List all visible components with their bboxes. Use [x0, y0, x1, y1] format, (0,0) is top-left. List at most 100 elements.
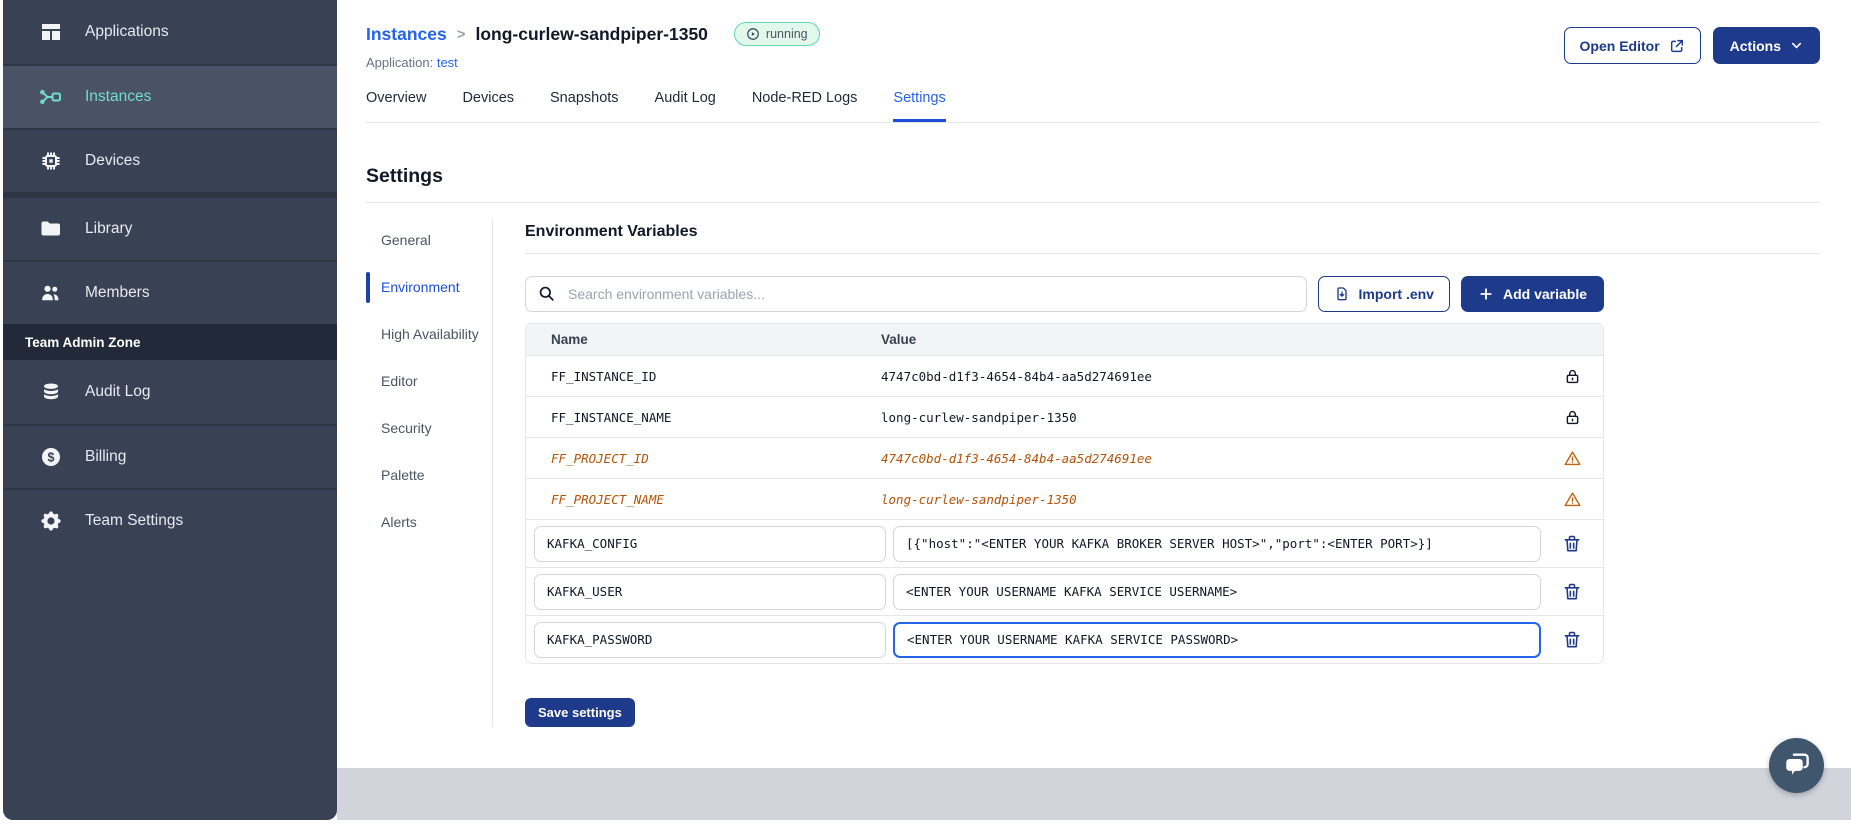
sidebar-item-members[interactable]: Members — [3, 260, 337, 324]
chevron-down-icon — [1790, 39, 1803, 52]
chat-widget-button[interactable] — [1769, 738, 1824, 793]
column-header-name: Name — [551, 332, 588, 347]
sidebar-item-label: Instances — [85, 88, 152, 105]
applications-icon — [39, 20, 63, 44]
env-var-name-input[interactable] — [534, 573, 886, 610]
tab-node-red-logs[interactable]: Node-RED Logs — [752, 90, 858, 122]
env-var-value-input[interactable] — [893, 525, 1541, 562]
env-var-row: FF_PROJECT_ID 4747c0bd-d1f3-4654-84b4-aa5… — [526, 437, 1603, 478]
env-var-row — [526, 519, 1603, 567]
instance-name: long-curlew-sandpiper-1350 — [475, 23, 708, 44]
delete-variable-button[interactable] — [1562, 534, 1582, 554]
sidebar-item-audit-log[interactable]: Audit Log — [3, 360, 337, 424]
sidebar-item-instances[interactable]: Instances — [3, 64, 337, 128]
column-header-value: Value — [881, 332, 917, 347]
sidebar-item-label: Members — [85, 284, 150, 301]
breadcrumb-instances-link[interactable]: Instances — [366, 24, 447, 45]
env-var-row: FF_INSTANCE_NAME long-curlew-sandpiper-13… — [526, 396, 1603, 437]
billing-icon: $ — [39, 445, 63, 469]
search-environment-input[interactable] — [525, 276, 1307, 312]
import-env-button[interactable]: Import .env — [1317, 276, 1450, 312]
sidebar-item-label: Devices — [85, 152, 141, 169]
settings-nav-high-availability[interactable]: High Availability — [366, 315, 492, 354]
delete-variable-button[interactable] — [1562, 630, 1582, 650]
env-var-value: long-curlew-sandpiper-1350 — [881, 409, 1077, 425]
external-link-icon — [1669, 38, 1685, 54]
team-settings-icon — [39, 509, 63, 533]
table-header: Name Value — [526, 324, 1603, 355]
row-status — [1541, 490, 1603, 509]
add-variable-button[interactable]: Add variable — [1460, 276, 1604, 312]
instances-icon — [39, 85, 63, 109]
settings-nav-security[interactable]: Security — [366, 409, 492, 448]
env-var-name: FF_PROJECT_ID — [551, 450, 649, 466]
sidebar-section-team-admin-zone: Team Admin Zone — [3, 324, 337, 360]
sidebar-item-label: Billing — [85, 448, 127, 465]
warning-icon — [1563, 449, 1582, 468]
sidebar-main-nav: Applications Instances Devices Library M… — [3, 0, 337, 324]
sidebar-item-label: Audit Log — [85, 383, 151, 400]
search-icon — [537, 284, 556, 303]
environment-variables-table: Name Value FF_INSTANCE_ID 4747c0bd-d1f3-4… — [525, 323, 1604, 664]
tab-audit-log[interactable]: Audit Log — [655, 90, 716, 122]
tab-settings[interactable]: Settings — [893, 90, 946, 122]
lock-icon — [1563, 367, 1582, 386]
sidebar: Applications Instances Devices Library M… — [3, 0, 337, 820]
env-var-value: 4747c0bd-d1f3-4654-84b4-aa5d274691ee — [881, 368, 1152, 384]
main-content: Instances > long-curlew-sandpiper-1350 r… — [337, 0, 1851, 768]
add-variable-label: Add variable — [1502, 286, 1587, 302]
library-icon — [39, 217, 63, 241]
environment-title-divider — [525, 253, 1820, 254]
env-var-row: FF_PROJECT_NAME long-curlew-sandpiper-135… — [526, 478, 1603, 519]
row-actions — [1541, 582, 1603, 602]
header-actions: Open Editor Actions — [1563, 22, 1820, 64]
settings-nav-alerts[interactable]: Alerts — [366, 503, 492, 542]
actions-button[interactable]: Actions — [1712, 27, 1820, 64]
env-var-row: FF_INSTANCE_ID 4747c0bd-d1f3-4654-84b4-aa… — [526, 355, 1603, 396]
settings-nav-general[interactable]: General — [366, 221, 492, 260]
members-icon — [39, 281, 63, 305]
settings-body: General Environment High Availability Edito… — [366, 219, 1820, 727]
settings-nav-environment[interactable]: Environment — [366, 268, 492, 307]
tab-snapshots[interactable]: Snapshots — [550, 90, 619, 122]
instance-header: Instances > long-curlew-sandpiper-1350 r… — [366, 0, 1820, 70]
sidebar-item-billing[interactable]: $ Billing — [3, 424, 337, 488]
env-var-name-input[interactable] — [534, 621, 886, 658]
search-field-wrap — [525, 276, 1307, 312]
env-var-row — [526, 615, 1603, 663]
sidebar-item-devices[interactable]: Devices — [3, 128, 337, 192]
row-actions — [1541, 630, 1603, 650]
env-var-name: FF_PROJECT_NAME — [551, 491, 664, 507]
sidebar-item-label: Team Settings — [85, 512, 184, 529]
page-title: Settings — [366, 165, 443, 187]
sidebar-item-applications[interactable]: Applications — [3, 0, 337, 64]
sidebar-item-team-settings[interactable]: Team Settings — [3, 488, 337, 552]
tab-overview[interactable]: Overview — [366, 90, 426, 122]
audit-log-icon — [39, 380, 63, 404]
application-link[interactable]: test — [437, 55, 458, 70]
env-var-name-input[interactable] — [534, 525, 886, 562]
env-var-value: long-curlew-sandpiper-1350 — [881, 491, 1077, 507]
sidebar-item-library[interactable]: Library — [3, 196, 337, 260]
title-divider — [366, 202, 1820, 203]
open-editor-label: Open Editor — [1579, 37, 1660, 54]
tab-devices[interactable]: Devices — [462, 90, 514, 122]
application-label: Application: — [366, 55, 434, 70]
row-status — [1541, 367, 1603, 386]
env-var-value-input[interactable] — [893, 573, 1541, 610]
save-settings-button[interactable]: Save settings — [525, 698, 635, 727]
env-var-name: FF_INSTANCE_NAME — [551, 409, 672, 425]
open-editor-button[interactable]: Open Editor — [1563, 27, 1701, 64]
settings-nav-palette[interactable]: Palette — [366, 456, 492, 495]
sidebar-admin-nav: Audit Log $ Billing Team Settings — [3, 360, 337, 552]
flowfuse-instance-settings-page: Applications Instances Devices Library M… — [0, 0, 1851, 826]
delete-variable-button[interactable] — [1562, 582, 1582, 602]
settings-nav-editor[interactable]: Editor — [366, 362, 492, 401]
instance-tabs: Overview Devices Snapshots Audit Log Node-RE… — [366, 90, 1820, 123]
plus-icon — [1478, 286, 1494, 302]
sidebar-item-label: Library — [85, 220, 133, 237]
row-actions — [1541, 534, 1603, 554]
env-var-value-input[interactable] — [893, 621, 1541, 658]
settings-subnav: General Environment High Availability Edito… — [366, 219, 493, 727]
lock-icon — [1563, 408, 1582, 427]
